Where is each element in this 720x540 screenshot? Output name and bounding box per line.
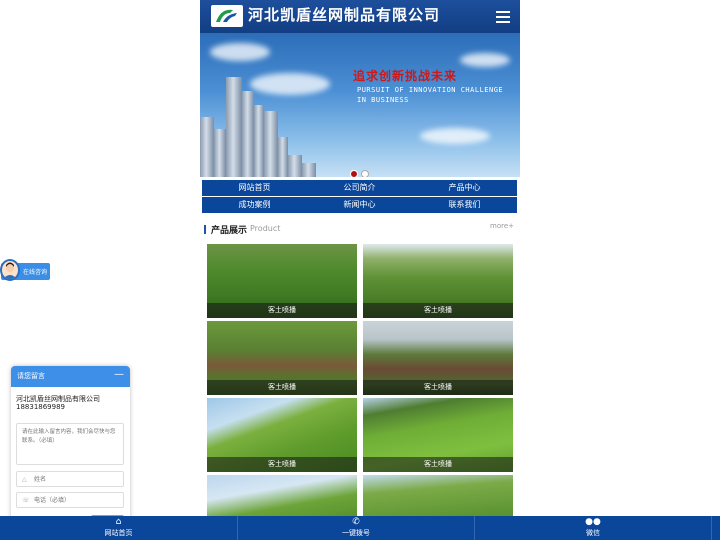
section-subtitle: Product <box>250 224 281 233</box>
name-input[interactable] <box>34 474 120 484</box>
product-caption: 客土喷播 <box>207 380 357 395</box>
message-form-header: 请您留言 — <box>11 366 130 387</box>
message-textarea[interactable] <box>16 423 124 465</box>
tel-field[interactable]: ☏ <box>16 492 124 508</box>
products-section-header: 产品展示 Product more+ <box>204 222 516 238</box>
form-phone: 18831869989 <box>16 403 65 411</box>
phone-icon: ✆ <box>352 517 360 527</box>
building <box>254 105 264 177</box>
nav-item-home[interactable]: 网站首页 <box>202 180 307 196</box>
building <box>200 117 214 177</box>
cloud <box>210 43 270 61</box>
product-card[interactable]: 客土喷播 <box>207 321 357 395</box>
company-title: 河北凯盾丝网制品有限公司 <box>248 6 441 24</box>
wechat-icon: ●● <box>585 517 601 527</box>
page: 河北凯盾丝网制品有限公司 追求创新挑战未来 PURSUIT OF INNOVAT… <box>0 0 720 540</box>
nav-item-news[interactable]: 新闻中心 <box>307 197 412 213</box>
bottom-wechat-button[interactable]: ●● 微信 <box>475 516 711 540</box>
bottom-wechat-label: 微信 <box>586 529 600 537</box>
building <box>278 137 288 177</box>
product-card[interactable]: 客土喷播 <box>207 244 357 318</box>
cloud <box>460 53 510 67</box>
cloud <box>420 128 490 144</box>
slider-dot-2[interactable] <box>361 170 369 177</box>
product-caption: 客土喷播 <box>207 303 357 318</box>
consult-label: 在线咨询 <box>23 269 48 276</box>
product-caption: 客土喷播 <box>363 303 513 318</box>
section-bar <box>204 225 206 234</box>
section-title: 产品展示 <box>211 226 248 236</box>
name-field[interactable]: △ <box>16 471 124 487</box>
nav-item-about[interactable]: 公司简介 <box>307 180 412 196</box>
bottom-call-label: 一键拨号 <box>342 529 370 537</box>
bottom-call-button[interactable]: ✆ 一键拨号 <box>238 516 474 540</box>
minimize-icon[interactable]: — <box>114 369 124 380</box>
hero-banner[interactable]: 追求创新挑战未来 PURSUIT OF INNOVATION CHALLENGE… <box>200 33 520 177</box>
agent-avatar <box>0 259 20 281</box>
bottom-bar: ⌂ 网站首页 ✆ 一键拨号 ●● 微信 <box>0 516 720 540</box>
slogan-en: PURSUIT OF INNOVATION CHALLENGE IN BUSIN… <box>357 86 504 104</box>
user-icon: △ <box>22 476 27 483</box>
phone-icon: ☏ <box>22 497 30 504</box>
nav-item-contact[interactable]: 联系我们 <box>412 197 517 213</box>
menu-icon[interactable] <box>496 11 510 23</box>
site-header: 河北凯盾丝网制品有限公司 <box>200 0 520 33</box>
bottom-home-button[interactable]: ⌂ 网站首页 <box>0 516 237 540</box>
bottom-home-label: 网站首页 <box>104 529 133 537</box>
building <box>242 91 254 177</box>
product-caption: 客土喷播 <box>363 457 513 472</box>
product-card[interactable]: 客土喷播 <box>363 321 513 395</box>
building <box>302 163 316 177</box>
main-nav: 网站首页 公司简介 产品中心 成功案例 新闻中心 联系我们 <box>200 179 520 214</box>
message-form: 请您留言 — 河北凯盾丝网制品有限公司 18831869989 △ ☏ 提交 <box>11 366 130 536</box>
online-consult-button[interactable]: 在线咨询 <box>0 259 50 281</box>
nav-item-cases[interactable]: 成功案例 <box>202 197 307 213</box>
building <box>264 111 278 177</box>
more-link[interactable]: more+ <box>490 222 514 230</box>
product-card[interactable]: 客土喷播 <box>363 244 513 318</box>
slider-dots <box>350 163 372 177</box>
nav-item-products[interactable]: 产品中心 <box>412 180 517 196</box>
building <box>226 77 242 177</box>
product-caption: 客土喷播 <box>363 380 513 395</box>
product-caption: 客土喷播 <box>207 457 357 472</box>
building <box>214 129 226 177</box>
divider <box>711 516 712 540</box>
tel-input[interactable] <box>34 495 120 505</box>
building <box>288 155 302 177</box>
product-card[interactable]: 客土喷播 <box>363 398 513 472</box>
message-form-title: 请您留言 <box>17 372 45 380</box>
slider-dot-1[interactable] <box>350 170 358 177</box>
cloud <box>250 73 330 95</box>
logo-mark-icon[interactable] <box>211 5 243 27</box>
home-icon: ⌂ <box>115 517 122 527</box>
slogan-cn: 追求创新挑战未来 <box>353 69 458 83</box>
product-card[interactable]: 客土喷播 <box>207 398 357 472</box>
